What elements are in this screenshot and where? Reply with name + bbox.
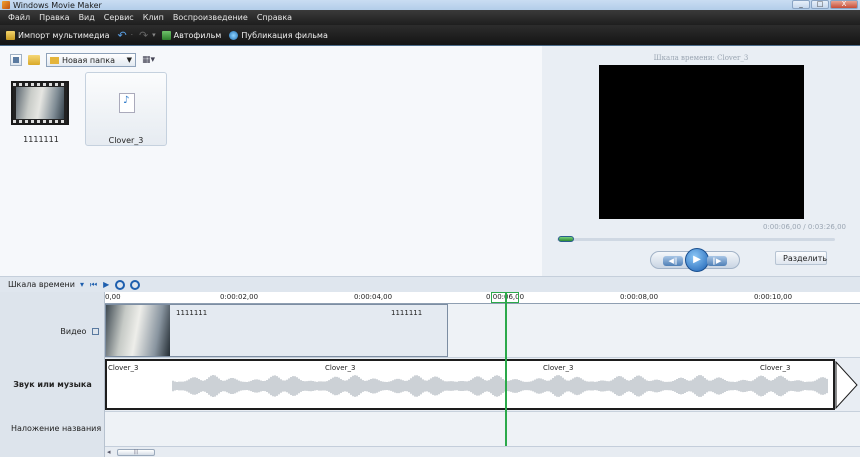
preview-title: Шкала времени: Clover_3 (653, 54, 749, 62)
video-clip-label: 1111111 (391, 309, 423, 317)
zoom-out-icon[interactable] (130, 279, 141, 290)
collection-item-label: Clover_3 (108, 136, 144, 145)
folder-select[interactable]: Новая папка ▼ (46, 53, 136, 67)
collection-item-audio[interactable]: Clover_3 (85, 72, 167, 146)
filmstrip-edge (13, 83, 67, 86)
scroll-left-icon[interactable]: ◂ (107, 448, 111, 456)
seek-bar[interactable] (557, 238, 835, 241)
folder-select-value: Новая папка (62, 55, 115, 65)
chevron-down-icon: ▼ (126, 56, 132, 64)
undo-dropdown-icon[interactable]: · (131, 31, 133, 39)
ruler-tick-label: 0:00:02,00 (219, 293, 259, 301)
menu-file[interactable]: Файл (8, 13, 30, 22)
menu-clip[interactable]: Клип (143, 13, 164, 22)
collection-item-label: 1111111 (23, 135, 59, 144)
play-timeline-icon[interactable]: ▶ (103, 280, 109, 289)
video-clip-thumbnail (106, 305, 170, 356)
video-track: 1111111 1111111 (105, 304, 860, 358)
timeline-scrollbar[interactable]: ◂ ||| (105, 446, 860, 457)
app-icon (2, 1, 10, 9)
timeline-view-select[interactable]: Шкала времени (8, 280, 75, 289)
track-video-header: Видео (0, 327, 105, 336)
folder-icon (50, 56, 59, 64)
undo-icon[interactable]: ↶ (117, 29, 126, 42)
ruler-tick-label: 0:00:10,00 (753, 293, 793, 301)
play-button[interactable]: ▶ (685, 248, 709, 272)
redo-dropdown-icon[interactable]: ▾ (152, 31, 156, 39)
window-controls: _ □ X (792, 0, 858, 9)
publish-movie-label: Публикация фильма (241, 30, 328, 40)
timeline-toolbar: Шкала времени ▾ ⏮ ▶ (0, 276, 860, 292)
ruler-tick-label: 0,00 (105, 293, 121, 301)
folder-up-icon[interactable] (28, 55, 40, 65)
split-label: Разделить (783, 253, 828, 263)
rewind-timeline-icon[interactable]: ⏮ (90, 280, 97, 290)
title-overlay-track[interactable] (105, 412, 860, 446)
track-end-arrow-icon (835, 361, 858, 409)
collection-panel: Новая папка ▼ ▦▾ 1111111 Clover_3 (0, 46, 542, 276)
toolbar: Импорт мультимедиа ↶ · ↷ ▾ Автофильм Пуб… (0, 25, 860, 46)
menu-playback[interactable]: Воспроизведение (173, 13, 248, 22)
menu-tools[interactable]: Сервис (104, 13, 134, 22)
transport-controls: ◀‖ ▶ ‖▶ (650, 248, 740, 272)
automovie-button[interactable]: Автофильм (161, 30, 222, 40)
preview-time: 0:00:06,00 / 0:03:26,00 (762, 223, 846, 231)
show-tasks-button[interactable] (10, 54, 22, 66)
minimize-button[interactable]: _ (792, 0, 810, 9)
menu-edit[interactable]: Правка (39, 13, 69, 22)
menu-help[interactable]: Справка (257, 13, 292, 22)
collection-toolbar: Новая папка ▼ ▦▾ (10, 53, 155, 67)
menu-view[interactable]: Вид (79, 13, 95, 22)
audio-file-icon (119, 93, 135, 113)
menu-bar: Файл Правка Вид Сервис Клип Воспроизведе… (0, 10, 860, 25)
expand-track-icon[interactable] (92, 328, 99, 335)
timeline-ruler[interactable]: 0,00 0:00:02,00 0:00:04,00 0:00:06,00 0:… (105, 292, 860, 304)
publish-icon (229, 30, 239, 40)
publish-movie-button[interactable]: Публикация фильма (229, 30, 328, 40)
video-thumbnail (11, 81, 69, 125)
import-icon (6, 30, 15, 40)
scrollbar-thumb[interactable]: ||| (117, 449, 155, 456)
track-title-overlay-label: Наложение названия (11, 424, 102, 433)
video-frame (16, 87, 64, 119)
collection-item-video[interactable]: 1111111 (0, 72, 82, 146)
video-clip[interactable]: 1111111 1111111 (105, 304, 448, 357)
window-title: Windows Movie Maker (13, 0, 102, 10)
import-media-button[interactable]: Импорт мультимедиа (6, 30, 110, 40)
close-button[interactable]: X (830, 0, 858, 9)
playhead[interactable] (505, 292, 507, 446)
seek-slider-handle[interactable] (558, 236, 574, 242)
timeline-dropdown-icon[interactable]: ▾ (80, 280, 84, 289)
maximize-button[interactable]: □ (811, 0, 829, 9)
automovie-icon (161, 30, 171, 40)
filmstrip-edge (13, 120, 67, 123)
track-headers: Видео Звук или музыка Наложение названия (0, 292, 105, 457)
ruler-tick-label: 0:00:08,00 (619, 293, 659, 301)
preview-monitor (599, 65, 804, 219)
track-audio-label: Звук или музыка (13, 380, 92, 389)
next-frame-button[interactable]: ‖▶ (707, 256, 727, 266)
redo-icon[interactable]: ↷ (139, 29, 148, 42)
view-options-icon[interactable]: ▦▾ (142, 55, 155, 65)
ruler-tick-label: 0:00:04,00 (353, 293, 393, 301)
audio-track: Clover_3 Clover_3 Clover_3 Clover_3 (105, 358, 860, 412)
title-bar: Windows Movie Maker _ □ X (0, 0, 860, 10)
zoom-in-icon[interactable] (115, 279, 126, 290)
audio-clip[interactable]: Clover_3 Clover_3 Clover_3 Clover_3 (105, 359, 835, 410)
track-video-label: Видео (60, 327, 87, 336)
audio-waveform (172, 375, 828, 397)
preview-panel: Шкала времени: Clover_3 0:00:06,00 / 0:0… (542, 46, 860, 276)
automovie-label: Автофильм (173, 30, 222, 40)
video-clip-label: 1111111 (176, 309, 208, 317)
panel-icon (13, 57, 19, 63)
import-media-label: Импорт мультимедиа (18, 30, 110, 40)
previous-frame-button[interactable]: ◀‖ (663, 256, 683, 266)
split-button[interactable]: Разделить (775, 251, 827, 265)
